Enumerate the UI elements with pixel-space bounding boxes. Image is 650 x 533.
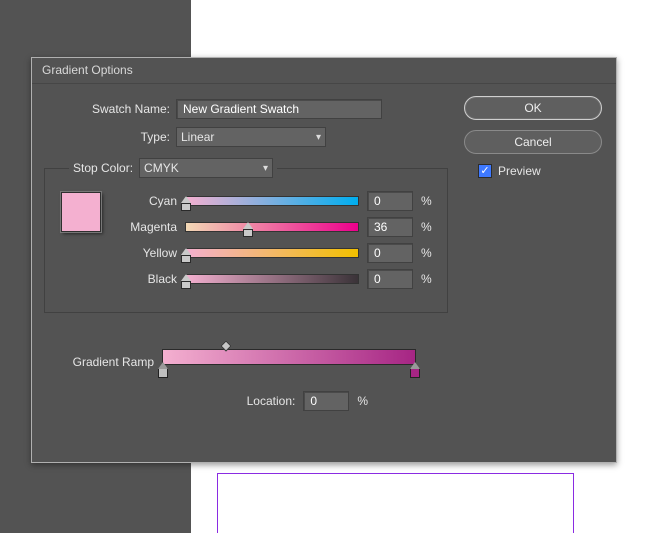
- stop-color-group: Stop Color: CMYK ▾ Cyan: [44, 158, 448, 313]
- magenta-slider[interactable]: [185, 222, 359, 232]
- cancel-button[interactable]: Cancel: [464, 130, 602, 154]
- type-label: Type:: [44, 130, 170, 144]
- black-thumb[interactable]: [181, 281, 191, 289]
- gradient-options-dialog: Gradient Options Swatch Name: Type: Line…: [31, 57, 617, 463]
- document-frame: [217, 473, 574, 533]
- dialog-title: Gradient Options: [32, 58, 616, 84]
- yellow-label: Yellow: [115, 246, 177, 260]
- magenta-label: Magenta: [115, 220, 177, 234]
- stop-color-select[interactable]: CMYK ▾: [139, 158, 273, 178]
- preview-swatch: [61, 192, 101, 232]
- gradient-stop-left[interactable]: [158, 368, 168, 378]
- yellow-thumb[interactable]: [181, 255, 191, 263]
- location-label: Location:: [247, 394, 296, 408]
- magenta-unit: %: [421, 220, 435, 234]
- magenta-value-input[interactable]: [367, 217, 413, 237]
- type-select-value: Linear: [181, 130, 214, 144]
- gradient-stop-right[interactable]: [410, 368, 420, 378]
- gradient-ramp-label: Gradient Ramp: [44, 349, 154, 369]
- black-slider[interactable]: [185, 274, 359, 284]
- cyan-label: Cyan: [115, 194, 177, 208]
- ok-button[interactable]: OK: [464, 96, 602, 120]
- black-value-input[interactable]: [367, 269, 413, 289]
- magenta-thumb[interactable]: [243, 229, 253, 237]
- yellow-value-input[interactable]: [367, 243, 413, 263]
- preview-checkbox[interactable]: ✓: [478, 164, 492, 178]
- black-label: Black: [115, 272, 177, 286]
- swatch-name-label: Swatch Name:: [44, 102, 170, 116]
- stop-color-value: CMYK: [144, 161, 179, 175]
- cyan-unit: %: [421, 194, 435, 208]
- type-select[interactable]: Linear ▾: [176, 127, 326, 147]
- black-unit: %: [421, 272, 435, 286]
- location-input[interactable]: [303, 391, 349, 411]
- location-unit: %: [357, 394, 368, 408]
- gradient-ramp[interactable]: [162, 349, 416, 365]
- cyan-thumb[interactable]: [181, 203, 191, 211]
- yellow-slider[interactable]: [185, 248, 359, 258]
- midpoint-diamond[interactable]: [220, 340, 231, 351]
- yellow-unit: %: [421, 246, 435, 260]
- chevron-down-icon: ▾: [316, 132, 321, 143]
- stop-color-label: Stop Color:: [73, 161, 133, 175]
- swatch-name-input[interactable]: [176, 99, 382, 119]
- preview-checkbox-label: Preview: [498, 164, 541, 178]
- chevron-down-icon: ▾: [263, 163, 268, 174]
- cyan-slider[interactable]: [185, 196, 359, 206]
- cyan-value-input[interactable]: [367, 191, 413, 211]
